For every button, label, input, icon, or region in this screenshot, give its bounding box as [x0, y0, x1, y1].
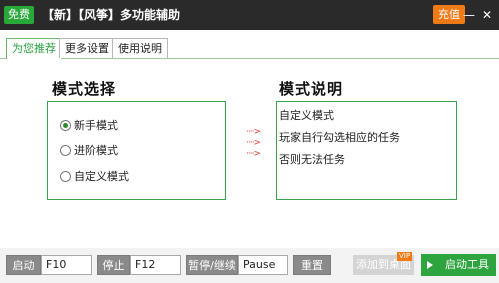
start-hotkey-label: 启动: [6, 255, 41, 275]
radio-button[interactable]: [60, 145, 71, 156]
start-tool-label: 启动工具: [445, 258, 489, 271]
stop-hotkey-label: 停止: [97, 255, 130, 275]
free-badge: 免费: [4, 6, 34, 24]
minimize-icon[interactable]: —: [461, 7, 477, 23]
radio-button[interactable]: [60, 171, 71, 182]
play-icon: [427, 261, 433, 269]
dotted-arrow-icon: ····>: [246, 138, 261, 148]
title-bar: 免费 【新】【风筝】多功能辅助 充值 — ✕: [0, 0, 499, 30]
dotted-arrow-icon: ····>: [246, 127, 261, 137]
stop-hotkey-input[interactable]: F12: [130, 255, 181, 275]
radio-label: 自定义模式: [74, 170, 129, 183]
tab-bar: 为您推荐 更多设置 使用说明: [0, 34, 499, 59]
mode-select-box: 新手模式 进阶模式 自定义模式: [47, 101, 226, 200]
radio-button-checked[interactable]: [60, 120, 71, 131]
mode-description-title: 模式说明: [279, 80, 344, 98]
close-icon[interactable]: ✕: [479, 7, 495, 23]
description-line: 玩家自行勾选相应的任务: [279, 131, 400, 144]
tab-more-settings[interactable]: 更多设置: [59, 38, 115, 58]
pause-hotkey-input[interactable]: Pause: [238, 255, 288, 275]
radio-label: 进阶模式: [74, 144, 118, 157]
mode-select-title: 模式选择: [52, 80, 117, 98]
pause-hotkey-label: 暂停/继续: [186, 255, 238, 275]
tab-recommend[interactable]: 为您推荐: [6, 38, 62, 59]
start-tool-button[interactable]: 启动工具: [421, 254, 496, 276]
radio-label: 新手模式: [74, 119, 118, 132]
arrow-indicators: ····> ····> ····>: [246, 127, 262, 160]
reset-button[interactable]: 重置: [293, 255, 331, 275]
description-line: 自定义模式: [279, 109, 334, 122]
mode-description-box: 自定义模式 玩家自行勾选相应的任务 否则无法任务: [276, 101, 457, 200]
dotted-arrow-icon: ····>: [246, 149, 261, 159]
vip-badge: VIP: [397, 252, 413, 261]
description-line: 否则无法任务: [279, 153, 345, 166]
window-title: 【新】【风筝】多功能辅助: [42, 8, 181, 22]
start-hotkey-input[interactable]: F10: [41, 255, 92, 275]
tab-instructions[interactable]: 使用说明: [112, 38, 168, 58]
